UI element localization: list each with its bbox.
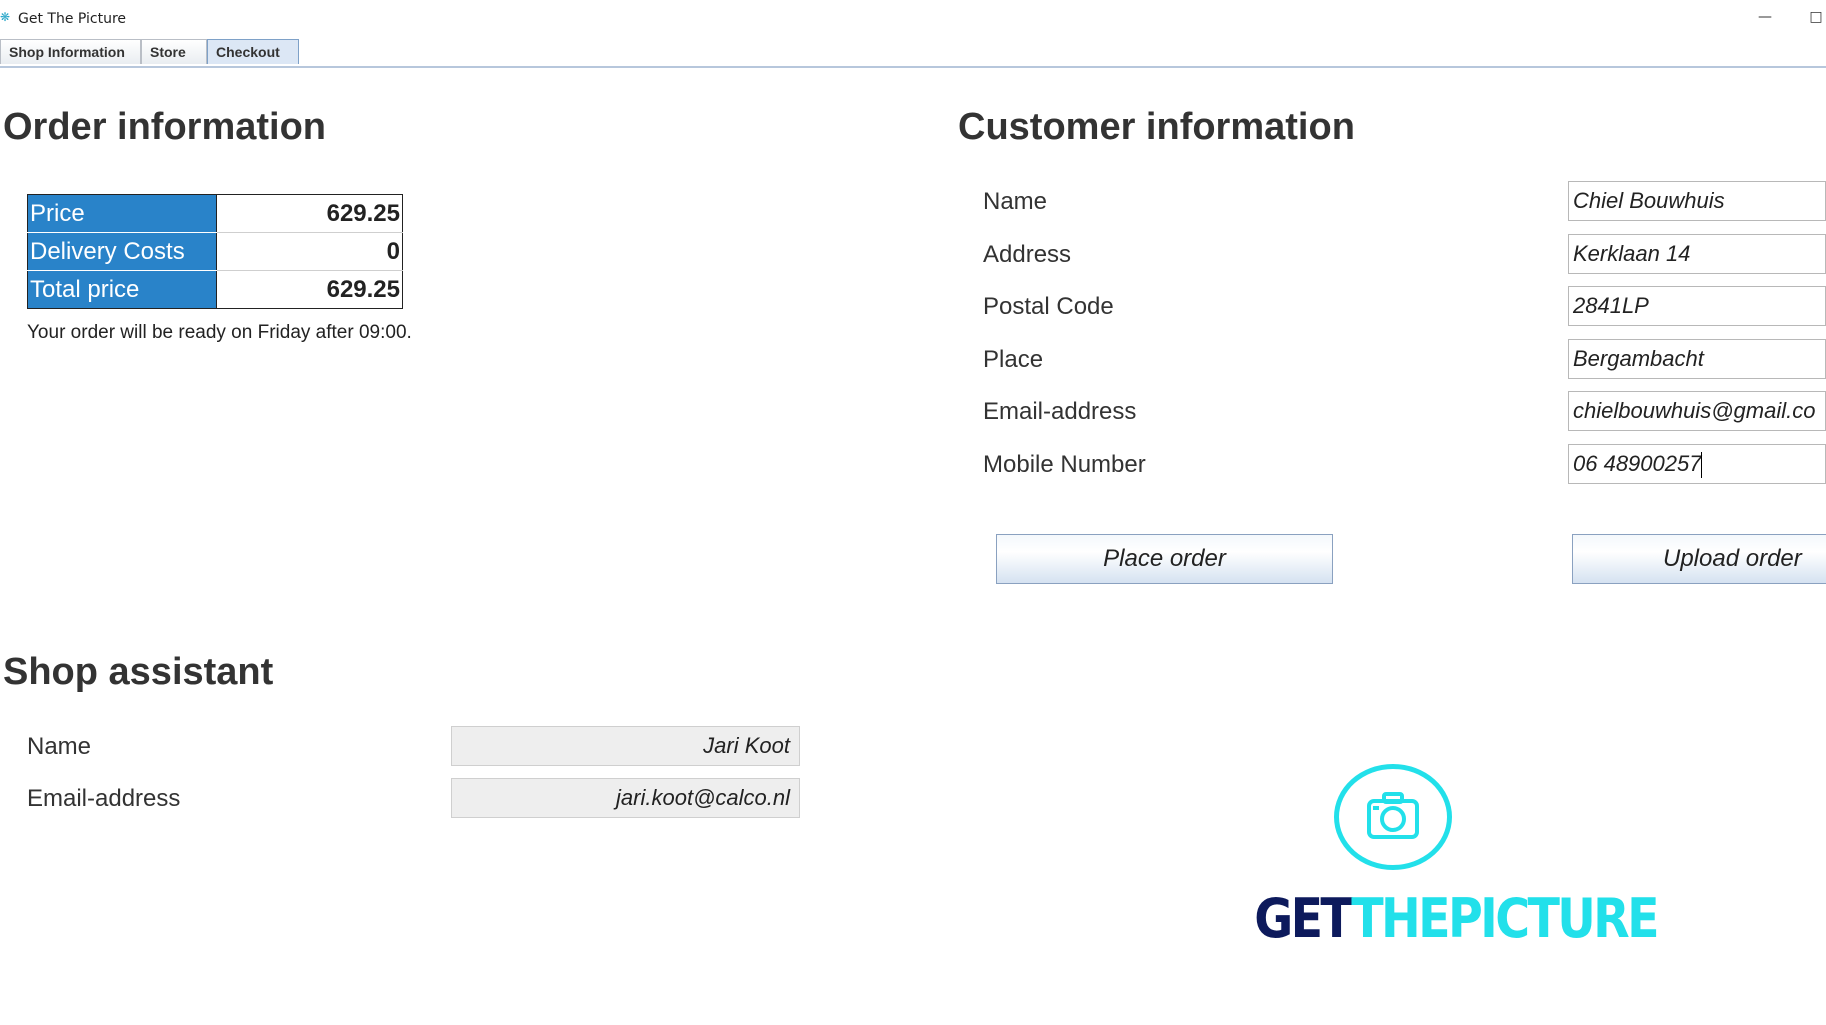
upload-order-button[interactable]: Upload order [1572,534,1826,584]
price-table: Price 629.25 Delivery Costs 0 Total pric… [27,194,403,309]
shop-assistant-heading: Shop assistant [3,651,274,693]
app-icon: ❋ [0,10,11,24]
logo-wordmark: GETTHEPICTURE [1254,887,1659,950]
customer-mobile-value: 06 48900257 [1573,451,1702,476]
customer-name-label: Name [983,188,1048,215]
customer-address-input[interactable]: Kerklaan 14 [1568,234,1826,274]
window-title: Get The Picture [18,11,127,27]
table-row: Total price 629.25 [27,270,403,309]
customer-place-input[interactable]: Bergambacht [1568,339,1826,379]
customer-place-label: Place [983,346,1044,373]
maximize-icon[interactable]: □ [1801,5,1826,29]
customer-mobile-label: Mobile Number [983,451,1146,478]
price-value: 629.25 [216,194,403,233]
delivery-costs-label: Delivery Costs [27,232,217,271]
customer-mobile-input[interactable]: 06 48900257 [1568,444,1826,484]
tab-bar: Shop Information Store Checkout [0,39,1826,68]
customer-information-heading: Customer information [958,106,1355,148]
place-order-button[interactable]: Place order [996,534,1333,584]
customer-email-label: Email-address [983,398,1137,425]
assistant-email-field: jari.koot@calco.nl [451,778,800,818]
logo-text-get: GET [1254,887,1354,950]
customer-name-input[interactable]: Chiel Bouwhuis [1568,181,1826,221]
get-the-picture-logo: GETTHEPICTURE [1235,762,1660,952]
logo-ring [1334,764,1452,870]
order-information-heading: Order information [3,106,327,148]
tab-store[interactable]: Store [141,39,207,64]
title-bar: ❋ Get The Picture — □ [0,0,1826,34]
minimize-icon[interactable]: — [1750,5,1780,29]
logo-text-thepicture: THEPICTURE [1351,887,1659,950]
price-label: Price [27,194,217,233]
assistant-name-field: Jari Koot [451,726,800,766]
total-price-value: 629.25 [216,270,403,309]
assistant-email-label: Email-address [27,785,181,812]
camera-icon [1367,792,1419,839]
tab-shop-information[interactable]: Shop Information [0,39,141,64]
table-row: Delivery Costs 0 [27,232,403,271]
customer-address-label: Address [983,241,1072,268]
customer-postal-code-input[interactable]: 2841LP [1568,286,1826,326]
table-row: Price 629.25 [27,194,403,233]
assistant-name-label: Name [27,733,92,760]
delivery-costs-value: 0 [216,232,403,271]
total-price-label: Total price [27,270,217,309]
text-caret [1701,452,1703,479]
customer-email-input[interactable]: chielbouwhuis@gmail.co [1568,391,1826,431]
customer-postal-code-label: Postal Code [983,293,1114,320]
ready-note: Your order will be ready on Friday after… [27,322,412,343]
tab-checkout[interactable]: Checkout [207,39,299,64]
